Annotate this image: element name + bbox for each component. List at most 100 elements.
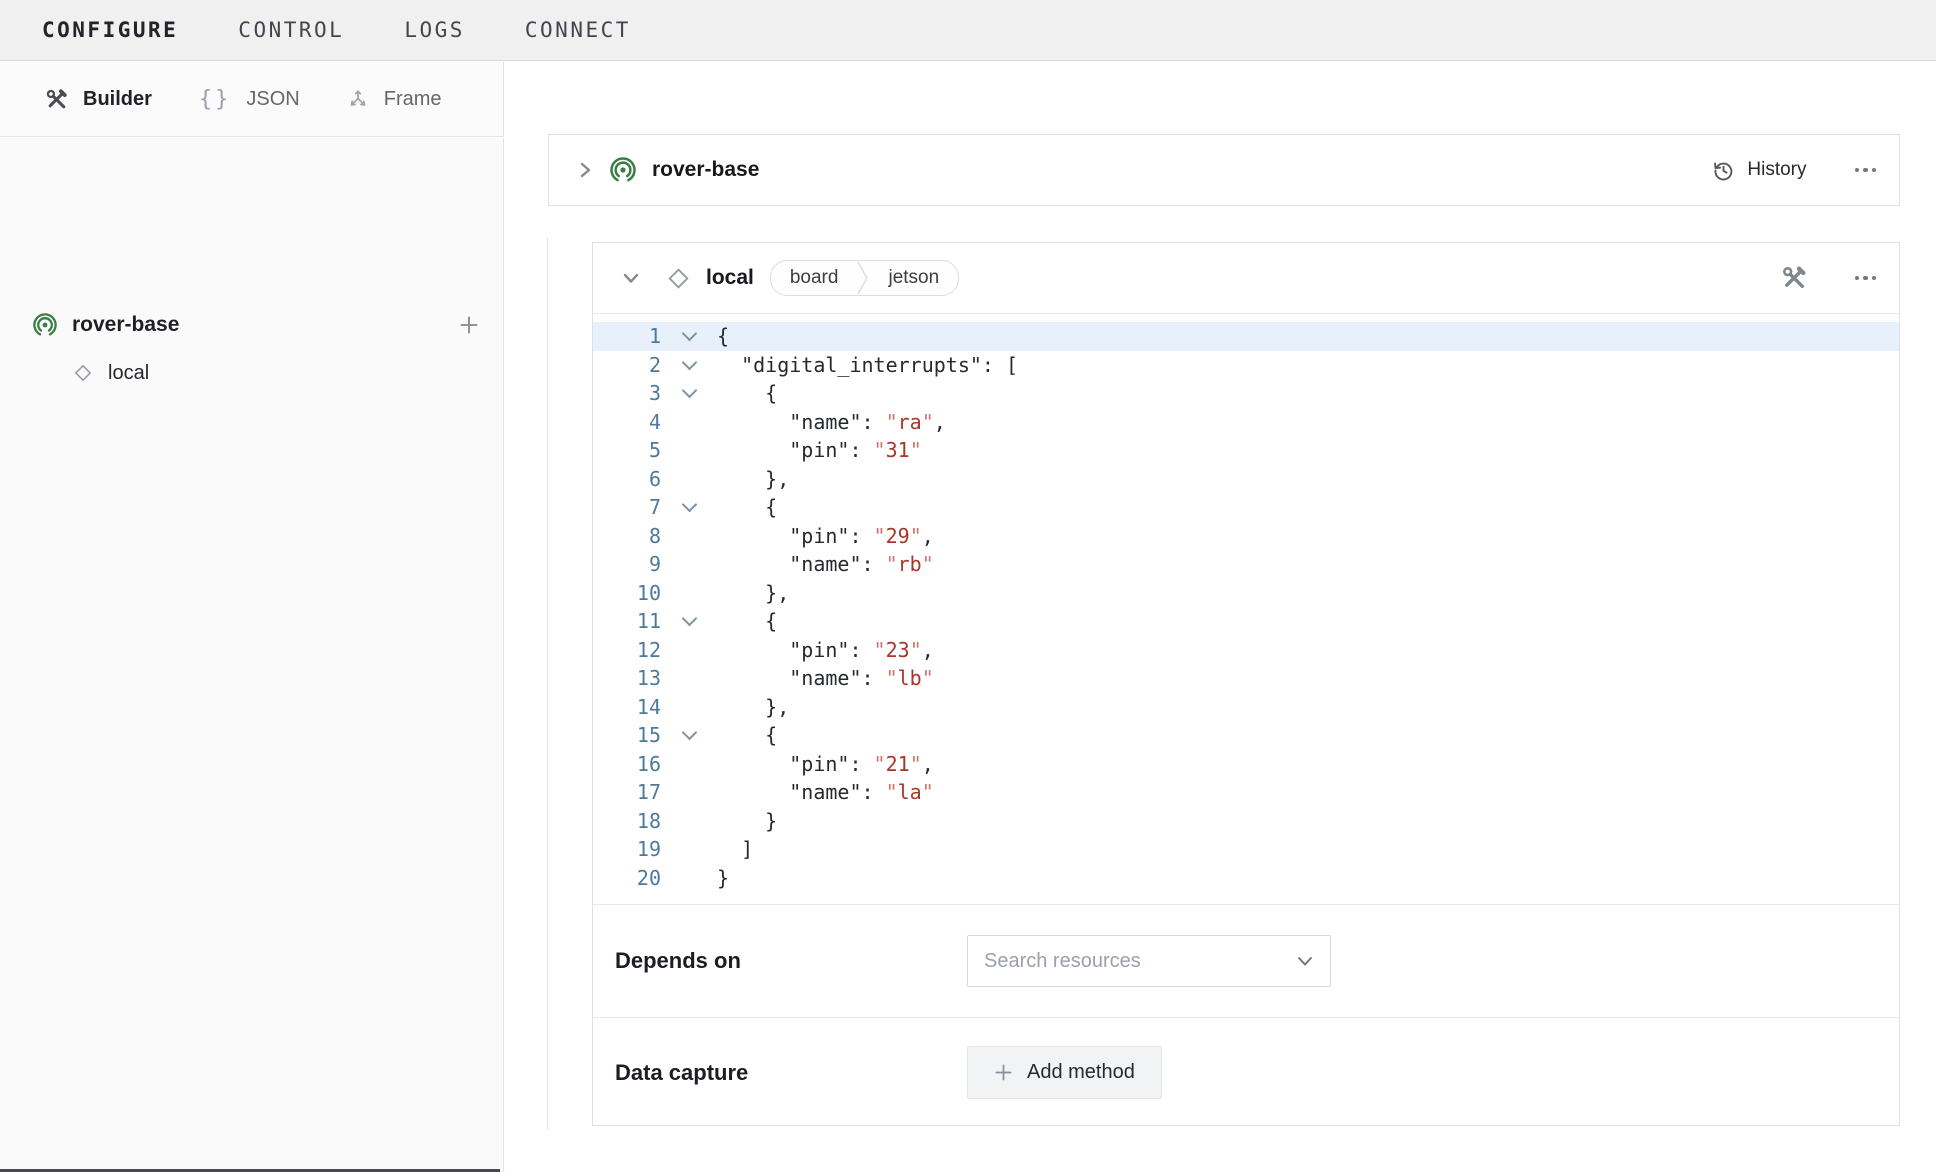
code-line: 8 "pin": "29", (593, 522, 1899, 551)
line-number: 18 (593, 807, 661, 836)
plus-icon (459, 315, 479, 335)
fold-chevron-down-icon[interactable] (661, 333, 717, 339)
fold-chevron-down-icon[interactable] (661, 504, 717, 510)
line-number: 17 (593, 778, 661, 807)
chevron-down-icon (1296, 955, 1314, 967)
code-line: 1{ (593, 322, 1899, 351)
fold-chevron-down-icon[interactable] (661, 618, 717, 624)
machine-part-icon (33, 313, 57, 337)
sidebar-machine-label: rover-base (72, 313, 179, 337)
fold-chevron-down-icon[interactable] (661, 362, 717, 368)
component-menu-ellipsis-icon[interactable] (1855, 276, 1877, 281)
code-line: 17 "name": "la" (593, 778, 1899, 807)
code-line: 16 "pin": "21", (593, 750, 1899, 779)
resource-tree-sidebar: rover-base local (0, 138, 504, 1172)
code-line: 20} (593, 864, 1899, 893)
chevron-down-icon[interactable] (621, 271, 641, 285)
frame-axes-icon (347, 88, 369, 110)
line-number: 3 (593, 379, 661, 408)
badge-divider-chevron-icon (857, 261, 869, 295)
history-label: History (1747, 159, 1806, 181)
line-number: 8 (593, 522, 661, 551)
app-window: CONFIGURE CONTROL LOGS CONNECT Builder {} J… (0, 0, 1936, 1172)
machine-card-title: rover-base (652, 158, 759, 182)
code-text: "name": "la" (717, 778, 934, 807)
tools-icon[interactable] (1781, 265, 1807, 291)
tab-frame-label: Frame (384, 88, 442, 111)
line-number: 20 (593, 864, 661, 893)
history-button[interactable]: History (1712, 159, 1806, 182)
config-mode-tabs: Builder {} JSON Frame (0, 62, 504, 137)
line-number: 10 (593, 579, 661, 608)
code-line: 13 "name": "lb" (593, 664, 1899, 693)
sidebar-child-label: local (108, 362, 149, 385)
code-line: 18 } (593, 807, 1899, 836)
plus-icon (994, 1063, 1013, 1082)
code-line: 10 }, (593, 579, 1899, 608)
sidebar-item-local[interactable]: local (72, 354, 149, 392)
fold-chevron-down-icon[interactable] (661, 390, 717, 396)
code-line: 5 "pin": "31" (593, 436, 1899, 465)
sidebar-item-rover-base[interactable]: rover-base (33, 306, 179, 344)
component-type-badge: board jetson (770, 260, 959, 296)
add-method-button[interactable]: Add method (967, 1046, 1162, 1099)
code-line: 14 }, (593, 693, 1899, 722)
code-text: ] (717, 835, 753, 864)
topnav-tab-connect[interactable]: CONNECT (525, 18, 631, 42)
code-text: }, (717, 465, 789, 494)
json-attributes-editor[interactable]: 1{2 "digital_interrupts": [3 {4 "name": … (593, 314, 1899, 904)
code-text: } (717, 864, 729, 893)
tab-builder[interactable]: Builder (45, 88, 152, 111)
code-line: 9 "name": "rb" (593, 550, 1899, 579)
code-text: { (717, 379, 777, 408)
chevron-right-icon[interactable] (578, 159, 592, 181)
fold-chevron-down-icon[interactable] (661, 732, 717, 738)
depends-on-label: Depends on (615, 948, 967, 974)
line-number: 16 (593, 750, 661, 779)
line-number: 7 (593, 493, 661, 522)
topnav-tab-configure[interactable]: CONFIGURE (42, 18, 178, 42)
tab-json[interactable]: {} JSON (199, 87, 300, 112)
data-capture-label: Data capture (615, 1060, 967, 1086)
depends-on-select[interactable]: Search resources (967, 935, 1331, 987)
code-line: 6 }, (593, 465, 1899, 494)
line-number: 4 (593, 408, 661, 437)
tree-guide-line (547, 237, 548, 1130)
top-nav: CONFIGURE CONTROL LOGS CONNECT (0, 0, 1936, 61)
add-component-button[interactable] (451, 307, 487, 343)
machine-part-icon (610, 157, 636, 183)
line-number: 9 (593, 550, 661, 579)
line-number: 19 (593, 835, 661, 864)
line-number: 14 (593, 693, 661, 722)
code-text: "pin": "21", (717, 750, 934, 779)
topnav-tab-control[interactable]: CONTROL (238, 18, 344, 42)
tab-json-label: JSON (246, 88, 299, 111)
code-text: }, (717, 693, 789, 722)
history-clock-icon (1712, 159, 1735, 182)
line-number: 11 (593, 607, 661, 636)
depends-on-section: Depends on Search resources (593, 904, 1899, 1017)
code-line: 15 { (593, 721, 1899, 750)
component-card-title: local (706, 266, 754, 290)
code-text: "pin": "23", (717, 636, 934, 665)
code-line: 2 "digital_interrupts": [ (593, 351, 1899, 380)
component-card-header: local board jetson (593, 243, 1899, 314)
line-number: 13 (593, 664, 661, 693)
code-line: 12 "pin": "23", (593, 636, 1899, 665)
data-capture-section: Data capture Add method (593, 1017, 1899, 1127)
code-text: { (717, 493, 777, 522)
code-line: 7 { (593, 493, 1899, 522)
code-line: 3 { (593, 379, 1899, 408)
topnav-tab-logs[interactable]: LOGS (404, 18, 465, 42)
tab-frame[interactable]: Frame (347, 88, 442, 111)
code-text: { (717, 322, 729, 351)
line-number: 15 (593, 721, 661, 750)
depends-on-placeholder: Search resources (984, 950, 1296, 973)
code-text: } (717, 807, 777, 836)
code-text: "pin": "31" (717, 436, 922, 465)
badge-model-label: jetson (869, 267, 958, 289)
code-line: 11 { (593, 607, 1899, 636)
component-diamond-icon (665, 265, 692, 292)
add-method-label: Add method (1027, 1061, 1135, 1084)
machine-menu-ellipsis-icon[interactable] (1855, 168, 1877, 173)
